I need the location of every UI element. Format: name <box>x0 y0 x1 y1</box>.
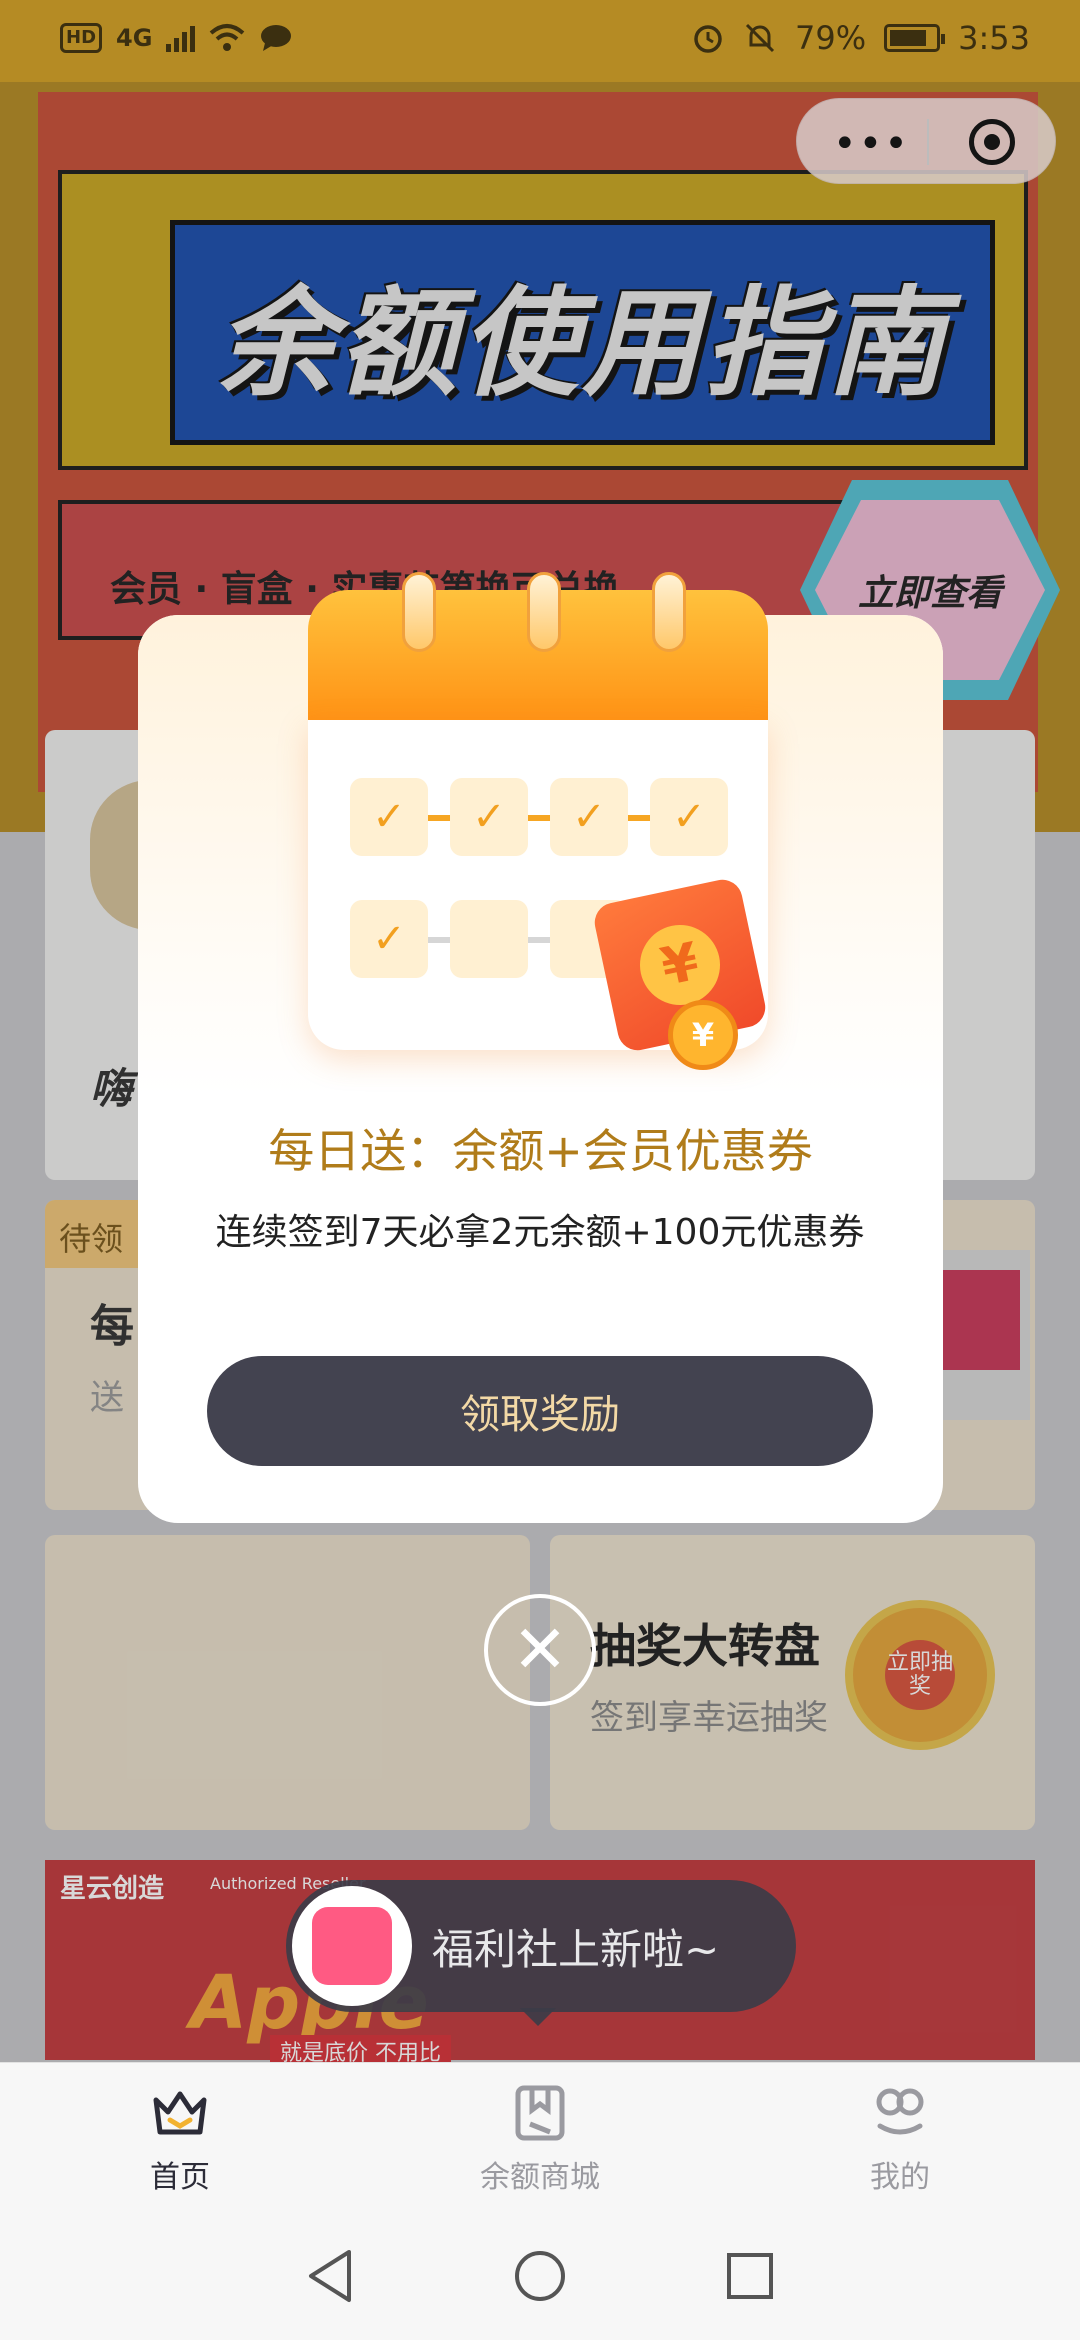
tab-label: 余额商城 <box>480 2160 600 2195</box>
calendar-ring-icon <box>527 572 561 652</box>
tab-label: 我的 <box>870 2160 930 2195</box>
yuan-icon: ¥ <box>632 917 728 1013</box>
close-icon: ✕ <box>512 1611 568 1688</box>
tab-label: 首页 <box>150 2160 210 2195</box>
status-right: 79% 3:53 <box>691 16 1030 60</box>
recents-icon[interactable] <box>720 2246 780 2306</box>
tab-balance-mall[interactable]: 余额商城 <box>360 2063 720 2213</box>
day-link <box>428 937 450 943</box>
day-checked-icon: ✓ <box>550 778 628 856</box>
day-checked-icon: ✓ <box>350 900 428 978</box>
day-checked-icon: ✓ <box>350 778 428 856</box>
network-type: 4G <box>116 24 153 52</box>
profile-icon <box>876 2088 924 2135</box>
day-empty <box>450 900 528 978</box>
day-link <box>628 815 650 821</box>
bottom-tab-bar: 首页 余额商城 我的 <box>0 2062 1080 2212</box>
status-left: HD 4G <box>60 18 293 58</box>
toast-text: 福利社上新啦~ <box>432 1924 720 1974</box>
day-checked-icon: ✓ <box>650 778 728 856</box>
day-link <box>528 937 550 943</box>
mute-bell-icon <box>745 23 775 53</box>
close-dialog-button[interactable]: ✕ <box>484 1594 596 1706</box>
shop-icon <box>292 1886 412 2006</box>
toast-pointer <box>520 2008 556 2026</box>
welfare-toast[interactable]: 福利社上新啦~ <box>286 1880 796 2012</box>
tab-mine[interactable]: 我的 <box>720 2063 1080 2213</box>
dialog-title: 每日送：余额+会员优惠券 <box>268 1124 813 1178</box>
wifi-icon <box>210 24 245 51</box>
clock: 3:53 <box>958 19 1030 57</box>
status-bar: HD 4G 79% 3:53 <box>0 0 1080 82</box>
calendar-ring-icon <box>402 572 436 652</box>
battery-percent: 79% <box>795 19 867 57</box>
home-icon[interactable] <box>510 2246 570 2306</box>
system-nav-bar <box>0 2212 1080 2340</box>
back-icon[interactable] <box>300 2246 360 2306</box>
alarm-icon <box>694 25 722 53</box>
dialog-description: 连续签到7天必拿2元余额+100元优惠券 <box>215 1212 865 1253</box>
day-link <box>528 815 550 821</box>
calendar-ring-icon <box>652 572 686 652</box>
battery-icon <box>884 24 946 52</box>
day-link <box>428 815 450 821</box>
coin-icon: ¥ <box>668 1000 738 1070</box>
bookmark-icon <box>515 2085 565 2141</box>
claim-reward-button[interactable]: 领取奖励 <box>207 1356 873 1466</box>
tab-home[interactable]: 首页 <box>0 2063 360 2213</box>
signal-icon <box>166 24 196 52</box>
hd-badge: HD <box>60 23 103 53</box>
day-checked-icon: ✓ <box>450 778 528 856</box>
message-icon <box>261 25 292 51</box>
crown-icon <box>153 2091 207 2135</box>
